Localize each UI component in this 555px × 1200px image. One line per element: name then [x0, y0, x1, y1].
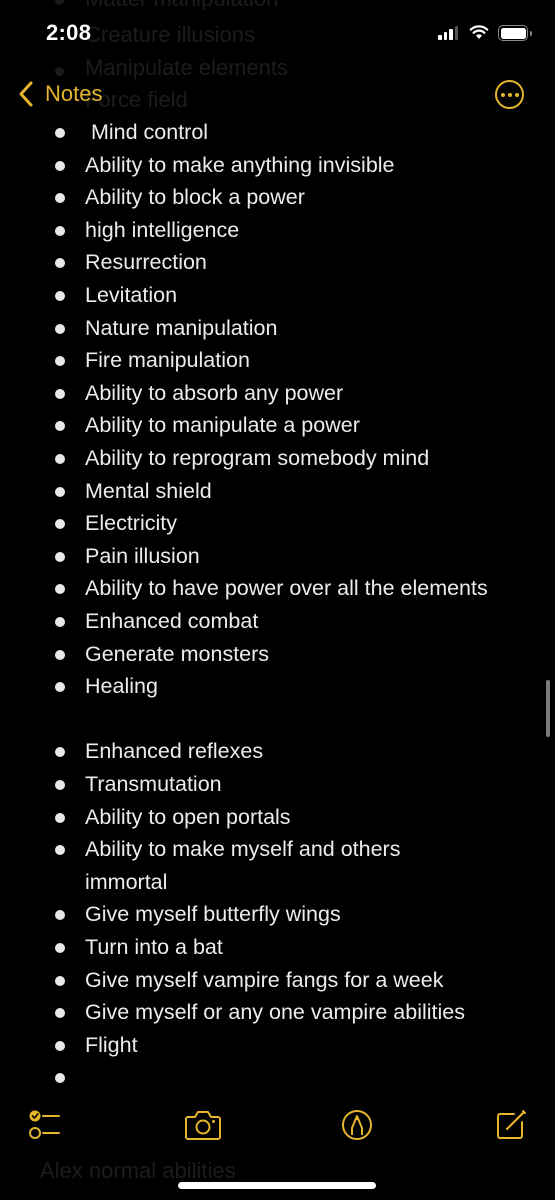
notes-screen: Matter manipulation Creature illusions M… — [0, 0, 555, 1200]
bullet — [55, 291, 65, 301]
ghost-bullet — [55, 67, 64, 76]
list-item[interactable]: Ability to block a power — [0, 181, 540, 214]
list-item[interactable]: Ability to have power over all the eleme… — [0, 572, 540, 605]
list-item[interactable]: Ability to open portals — [0, 801, 540, 834]
back-to-notes-button[interactable]: Notes — [16, 80, 102, 108]
camera-icon[interactable] — [184, 1108, 222, 1142]
bullet — [55, 1040, 65, 1051]
more-options-button[interactable] — [495, 80, 524, 109]
list-item[interactable]: Fire manipulation — [0, 344, 540, 377]
battery-icon — [498, 25, 532, 41]
list-item[interactable]: Nature manipulation — [0, 312, 540, 345]
list-item[interactable]: Ability to absorb any power — [0, 377, 540, 410]
list-item[interactable]: Ability to make anything invisible — [0, 149, 540, 182]
list-item[interactable]: Transmutation — [0, 768, 540, 801]
list-item[interactable]: Ability to manipulate a power — [0, 409, 540, 442]
list-item[interactable]: Give myself or any one vampire abilities — [0, 996, 540, 1029]
bullet — [55, 1073, 65, 1084]
cellular-signal-icon — [438, 26, 458, 40]
bullet — [55, 388, 65, 399]
bullet — [55, 486, 65, 497]
bullet — [55, 649, 65, 660]
list-item[interactable]: Give myself butterfly wings — [0, 898, 540, 931]
list-item[interactable]: Pain illusion — [0, 540, 540, 573]
list-item[interactable]: Electricity — [0, 507, 540, 540]
list-item[interactable]: Turn into a bat — [0, 931, 540, 964]
back-label: Notes — [45, 81, 103, 106]
bullet — [55, 617, 65, 627]
bullet — [55, 551, 65, 562]
list-item[interactable]: Healing — [0, 670, 540, 703]
home-indicator[interactable] — [178, 1182, 376, 1189]
list-item[interactable]: Generate monsters — [0, 638, 540, 671]
list-item[interactable]: Give myself vampire fangs for a week — [0, 964, 540, 997]
compose-icon[interactable] — [494, 1108, 528, 1142]
list-item[interactable]: Enhanced reflexes — [0, 735, 540, 768]
chevron-left-icon — [19, 81, 33, 107]
bullet — [55, 128, 65, 138]
bottom-toolbar — [0, 1100, 555, 1150]
status-time: 2:08 — [46, 20, 92, 45]
bullet — [55, 943, 65, 953]
list-item[interactable]: Resurrection — [0, 246, 540, 279]
list-item[interactable]: Flight — [0, 1029, 540, 1062]
markup-pen-icon[interactable] — [340, 1108, 374, 1142]
list-item[interactable]: Mental shield — [0, 475, 540, 508]
list-item[interactable]: Levitation — [0, 279, 540, 312]
bullet — [55, 780, 65, 790]
list-item[interactable]: Ability to reprogram somebody mind — [0, 442, 540, 475]
ellipsis-dot — [514, 92, 519, 97]
ellipsis-dot — [500, 92, 505, 97]
wifi-icon — [469, 25, 489, 39]
list-item[interactable]: Enhanced combat — [0, 605, 540, 638]
list-item[interactable]: Ability to make myself and others immort… — [0, 833, 540, 898]
bullet — [55, 225, 65, 236]
ghost-item: Alex normal abilities — [40, 1158, 236, 1183]
bullet — [55, 160, 65, 171]
scrollbar[interactable] — [546, 680, 550, 737]
list-item[interactable]: Mind control — [0, 116, 540, 149]
bullet — [55, 323, 65, 334]
bullet — [55, 454, 65, 464]
bullet — [55, 975, 65, 986]
bullet — [55, 812, 65, 823]
list-item[interactable]: high intelligence — [0, 214, 540, 247]
ellipsis-dot — [507, 92, 512, 97]
checklist-icon[interactable] — [28, 1108, 62, 1142]
status-bar: 2:08 — [0, 0, 555, 68]
